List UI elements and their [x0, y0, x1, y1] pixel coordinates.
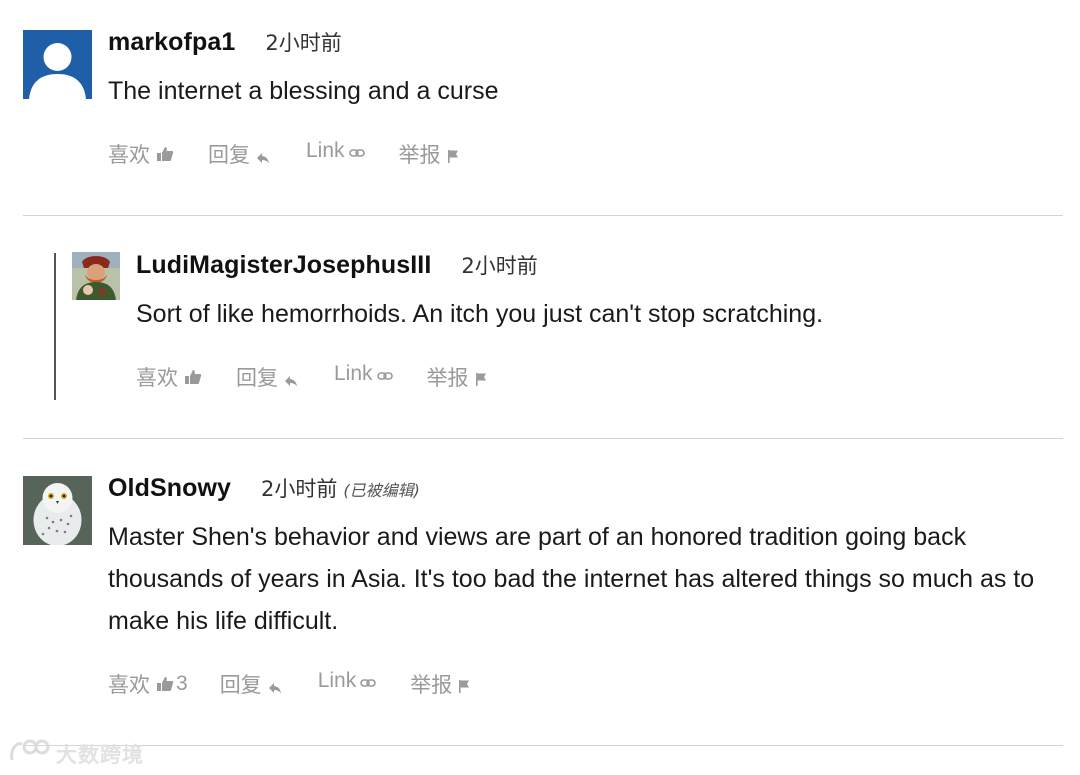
link-label: Link	[334, 362, 373, 385]
link-label: Link	[306, 139, 345, 162]
like-button[interactable]: 喜欢 3	[108, 669, 188, 699]
link-button[interactable]: Link	[306, 139, 365, 163]
comment-meta: markofpa1 2小时前	[108, 27, 342, 57]
reply-button[interactable]: 回复	[220, 669, 282, 699]
link-label: Link	[317, 669, 357, 692]
like-button[interactable]: 喜欢	[136, 362, 202, 392]
divider	[23, 215, 1063, 216]
comment-actions: 喜欢 3 回复 Link 举报	[108, 669, 470, 699]
comment-text: Master Shen's behavior and views are par…	[108, 523, 1035, 635]
timestamp[interactable]: 2小时前	[261, 473, 337, 503]
watermark-logo-icon	[8, 738, 52, 769]
chain-link-icon	[376, 371, 393, 381]
like-count: 3	[176, 672, 188, 695]
avatar-default-user-icon[interactable]	[23, 30, 92, 99]
avatar-illustrated-figure-icon[interactable]	[72, 252, 120, 300]
thumbs-up-icon	[184, 369, 202, 385]
comment-actions: 喜欢 回复 Link 举报	[136, 362, 487, 392]
timestamp[interactable]: 2小时前	[461, 250, 537, 280]
reply-button[interactable]: 回复	[236, 362, 298, 392]
thumbs-up-icon	[156, 146, 174, 162]
reply-arrow-icon	[268, 682, 282, 694]
report-button[interactable]: 举报	[410, 669, 470, 699]
divider	[23, 745, 1063, 746]
like-button[interactable]: 喜欢	[108, 139, 174, 169]
report-button[interactable]: 举报	[427, 362, 487, 392]
timestamp[interactable]: 2小时前	[265, 27, 341, 57]
report-button[interactable]: 举报	[399, 139, 459, 169]
username-link[interactable]: LudiMagisterJosephusIII	[136, 251, 431, 280]
username-link[interactable]: markofpa1	[108, 28, 235, 57]
like-label: 喜欢	[136, 366, 178, 390]
comment-actions: 喜欢 回复 Link 举报	[108, 139, 459, 169]
thumbs-up-icon	[156, 676, 174, 692]
reply-thread-line	[54, 253, 56, 400]
flag-icon	[475, 372, 487, 386]
flag-icon	[458, 679, 470, 693]
comment-text: Sort of like hemorrhoids. An itch you ju…	[136, 300, 824, 328]
like-label: 喜欢	[108, 673, 150, 697]
watermark-text: 大数跨境	[56, 742, 144, 767]
reply-arrow-icon	[256, 152, 270, 164]
report-label: 举报	[398, 143, 441, 167]
reply-label: 回复	[219, 673, 262, 697]
report-label: 举报	[426, 366, 469, 390]
reply-label: 回复	[236, 366, 278, 390]
chain-link-icon	[360, 678, 377, 688]
chain-link-icon	[348, 148, 365, 158]
like-label: 喜欢	[108, 143, 150, 167]
reply-arrow-icon	[284, 375, 298, 387]
username-link[interactable]: OldSnowy	[108, 474, 231, 503]
report-label: 举报	[410, 673, 453, 697]
comment-meta: OldSnowy 2小时前 (已被编辑)	[108, 473, 420, 503]
link-button[interactable]: Link	[334, 362, 393, 386]
comment-text: The internet a blessing and a curse	[108, 77, 499, 105]
comment-meta: LudiMagisterJosephusIII 2小时前	[136, 250, 538, 280]
edited-label: (已被编辑)	[343, 481, 420, 500]
divider	[23, 438, 1063, 439]
reply-label: 回复	[208, 143, 250, 167]
link-button[interactable]: Link	[318, 669, 377, 693]
reply-button[interactable]: 回复	[208, 139, 270, 169]
watermark: 大数跨境	[8, 738, 144, 769]
flag-icon	[447, 149, 459, 163]
avatar-snowy-owl-icon[interactable]	[23, 476, 92, 545]
